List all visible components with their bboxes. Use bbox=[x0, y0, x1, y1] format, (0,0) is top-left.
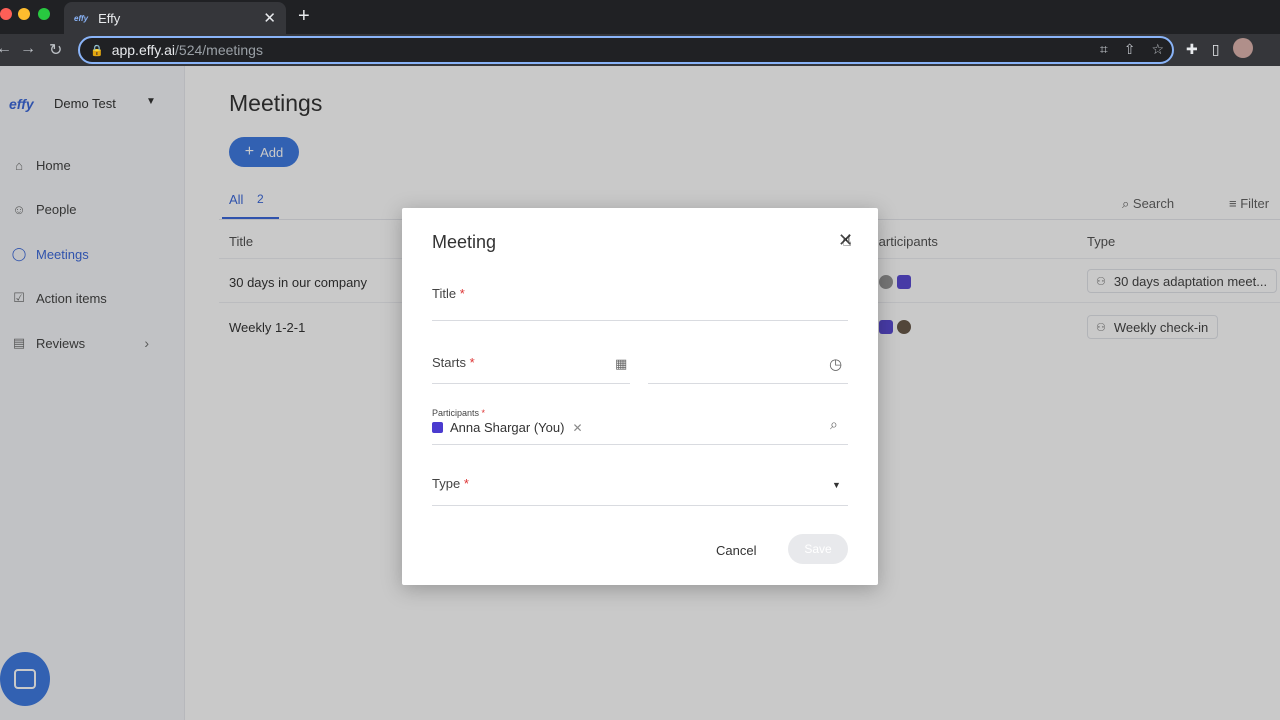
starts-label-text: Starts bbox=[432, 355, 466, 370]
sidepanel-icon[interactable]: ▯ bbox=[1212, 41, 1220, 58]
window-maximize-button[interactable] bbox=[38, 8, 50, 20]
tab-favicon-icon: effy bbox=[74, 13, 89, 23]
clock-icon[interactable]: ◷ bbox=[829, 355, 842, 373]
address-bar[interactable]: 🔒 app.effy.ai/524/meetings ⌗ ⇧ ☆ bbox=[78, 36, 1174, 64]
share-icon[interactable]: ⇧ bbox=[1124, 41, 1136, 58]
browser-tab-bar: effy Effy ✕ + bbox=[0, 0, 1280, 34]
remove-participant-icon[interactable]: ✕ bbox=[572, 421, 582, 435]
participant-name: Anna Shargar (You) bbox=[450, 420, 565, 435]
type-field-label: Type * bbox=[432, 476, 469, 491]
browser-tab[interactable]: effy Effy ✕ bbox=[64, 2, 286, 34]
url-path: /524/meetings bbox=[175, 42, 263, 58]
save-button[interactable]: Save bbox=[788, 534, 848, 564]
url-host: app.effy.ai bbox=[111, 42, 176, 58]
participant-chip: Anna Shargar (You) ✕ bbox=[432, 420, 583, 435]
window-minimize-button[interactable] bbox=[18, 8, 30, 20]
caret-down-icon[interactable]: ▼ bbox=[832, 480, 841, 490]
meeting-dialog: Meeting ✕ Title * Starts * ▦ ◷ Participa… bbox=[402, 208, 878, 585]
reload-icon[interactable]: ↻ bbox=[49, 40, 62, 60]
translate-icon[interactable]: ⌗ bbox=[1100, 41, 1108, 58]
forward-icon[interactable]: → bbox=[20, 40, 36, 58]
profile-avatar[interactable] bbox=[1233, 38, 1254, 58]
app-viewport: effy Demo Test ▼ ⌂ Home ☺ People ◯ Meeti… bbox=[0, 66, 1280, 720]
participants-input[interactable] bbox=[432, 444, 848, 445]
dialog-title: Meeting bbox=[432, 232, 497, 252]
title-input[interactable] bbox=[432, 320, 848, 321]
starts-field-label: Starts * bbox=[432, 355, 475, 370]
required-mark: * bbox=[469, 355, 475, 370]
title-label-text: Title bbox=[432, 286, 457, 301]
mouse-cursor-icon: ☝ bbox=[842, 233, 852, 250]
participants-label-text: Participants bbox=[432, 408, 480, 418]
browser-toolbar: ← → ↻ 🔒 app.effy.ai/524/meetings ⌗ ⇧ ☆ ✚… bbox=[0, 34, 1280, 66]
start-date-input[interactable] bbox=[432, 383, 630, 384]
type-select[interactable] bbox=[432, 505, 848, 506]
back-icon[interactable]: ← bbox=[0, 40, 12, 58]
start-time-input[interactable] bbox=[648, 383, 848, 384]
bookmark-star-icon[interactable]: ☆ bbox=[1151, 41, 1164, 58]
avatar bbox=[432, 422, 443, 433]
title-field-label: Title * bbox=[432, 286, 465, 301]
participants-field-label: Participants * bbox=[432, 408, 485, 418]
extensions-icon[interactable]: ✚ bbox=[1186, 41, 1198, 58]
window-close-button[interactable] bbox=[0, 8, 12, 20]
required-mark: * bbox=[459, 286, 465, 301]
search-icon[interactable]: ⌕ bbox=[830, 416, 838, 433]
type-label-text: Type bbox=[432, 476, 461, 491]
close-tab-icon[interactable]: ✕ bbox=[263, 9, 276, 27]
required-mark: * bbox=[463, 476, 469, 491]
lock-icon: 🔒 bbox=[90, 44, 104, 57]
required-mark: * bbox=[481, 408, 486, 418]
calendar-icon[interactable]: ▦ bbox=[615, 356, 627, 372]
cancel-button[interactable]: Cancel bbox=[716, 543, 756, 558]
tab-title: Effy bbox=[98, 10, 121, 26]
new-tab-button[interactable]: + bbox=[298, 5, 310, 28]
